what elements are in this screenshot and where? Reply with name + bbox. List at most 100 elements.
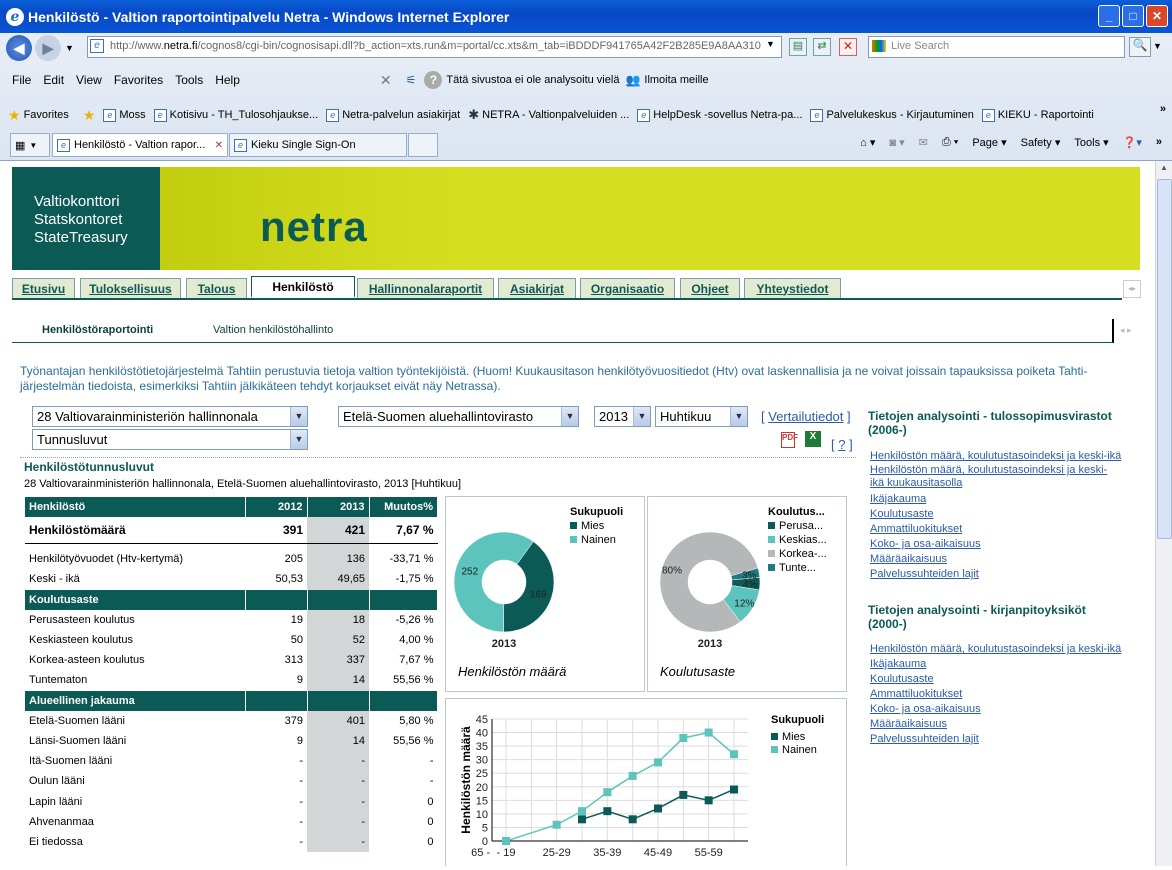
sidebar-link[interactable]: Koko- ja osa-aikaisuus (870, 537, 1121, 552)
search-options-icon[interactable]: ▼ (1153, 41, 1162, 51)
sidebar-link[interactable]: Ammattiluokitukset (870, 522, 1121, 537)
wot-icon[interactable]: ⚟ (406, 73, 417, 87)
sidebar-link[interactable]: Ikäjakauma (870, 657, 1121, 672)
menu-help[interactable]: Help (215, 73, 240, 87)
ie-page-icon: e (234, 138, 247, 152)
tab-henkilosto[interactable]: Henkilöstö (251, 276, 355, 298)
menu-tools[interactable]: Tools (175, 73, 203, 87)
month-select[interactable]: Huhtikuu ▼ (655, 406, 748, 427)
data-point (502, 837, 510, 845)
valtiokonttori-logo[interactable]: Valtiokonttori Statskontoret StateTreasu… (12, 167, 160, 270)
help-icon[interactable]: ❓▾ (1123, 136, 1142, 149)
y-tick-label: 25 (476, 768, 488, 780)
tab-organisaatio[interactable]: Organisaatio (580, 278, 675, 298)
home-icon[interactable]: ⌂ ▾ (860, 136, 875, 149)
tab-yhteystiedot[interactable]: Yhteystiedot (744, 278, 841, 298)
vertical-scrollbar[interactable]: ▲ (1155, 161, 1172, 866)
chevron-down-icon: ▼ (561, 407, 578, 426)
excel-icon[interactable]: X (805, 431, 821, 447)
sidebar-link[interactable]: Palvelussuhteiden lajit (870, 567, 1121, 582)
search-button[interactable]: 🔍 (1129, 37, 1151, 57)
tab-scroll-arrows[interactable]: ◂▸ (1123, 280, 1141, 298)
sidebar-link[interactable]: Henkilöstön määrä, koulutustasoindeksi j… (870, 642, 1121, 657)
tab-talous[interactable]: Talous (186, 278, 247, 298)
add-favorite-icon[interactable]: ★ (83, 107, 96, 124)
subnav-valtion-henkilostohallinto[interactable]: Valtion henkilöstöhallinto (213, 324, 333, 336)
sidebar-link[interactable]: Palvelussuhteiden lajit (870, 732, 1121, 747)
ie-page-icon: e (981, 108, 995, 122)
sidebar-link[interactable]: Koulutusaste (870, 507, 1121, 522)
page-menu[interactable]: Page ▾ (972, 136, 1006, 149)
sidebar-link[interactable]: Määräaikaisuus (870, 717, 1121, 732)
sidebar-link[interactable]: Koko- ja osa-aikaisuus (870, 702, 1121, 717)
menu-edit[interactable]: Edit (43, 73, 64, 87)
favorite-item[interactable]: e Kotisivu - TH_Tulosohjaukse... (153, 108, 318, 122)
tab-etusivu[interactable]: Etusivu (12, 278, 75, 298)
address-dropdown-icon[interactable]: ▼ (766, 39, 775, 49)
minimize-button[interactable]: _ (1098, 5, 1120, 27)
tab-asiakirjat[interactable]: Asiakirjat (498, 278, 576, 298)
tools-menu[interactable]: Tools ▾ (1074, 136, 1108, 149)
safety-menu[interactable]: Safety ▾ (1021, 136, 1061, 149)
view-select[interactable]: Tunnusluvut ▼ (32, 429, 308, 450)
refresh-icon[interactable]: ⇄ (813, 38, 831, 56)
favorite-item[interactable]: e Netra-palvelun asiakirjat (326, 108, 460, 122)
close-toolbar-icon[interactable]: ✕ (380, 72, 392, 89)
maximize-button[interactable]: □ (1122, 5, 1144, 27)
x-tick-label: - 19 (497, 847, 516, 859)
tab-hallinnonalaraportit[interactable]: Hallinnonalaraportit (357, 278, 494, 298)
subnav-henkilostoraportointi[interactable]: Henkilöstöraportointi (42, 324, 153, 336)
tab-close-icon[interactable]: ✕ (215, 140, 223, 151)
address-bar[interactable]: http://www.netra.fi/cognos8/cgi-bin/cogn… (87, 36, 782, 58)
report-link[interactable]: Ilmoita meille (644, 74, 708, 86)
favorite-item[interactable]: e HelpDesk -sovellus Netra-pa... (637, 108, 802, 122)
favorite-item[interactable]: e Palvelukeskus - Kirjautuminen (810, 108, 974, 122)
sidebar-link[interactable]: Henkilöstön määrä, koulutustasoindeksi j… (870, 464, 1120, 490)
more-favorites-icon[interactable]: » (1160, 103, 1166, 115)
data-point (578, 815, 586, 824)
sidebar-link[interactable]: Määräaikaisuus (870, 552, 1121, 567)
menu-file[interactable]: File (12, 73, 31, 87)
feeds-icon[interactable]: ◙ ▾ (889, 136, 904, 149)
tab-tuloksellisuus[interactable]: Tuloksellisuus (80, 278, 181, 298)
back-button[interactable]: ◀ (6, 35, 32, 61)
favorite-item[interactable]: e Moss (103, 108, 146, 122)
sidebar-link[interactable]: Koulutusaste (870, 672, 1121, 687)
subnav-scroll-arrows[interactable]: ◂ ▸ (1120, 325, 1132, 336)
search-input[interactable]: Live Search (868, 36, 1125, 58)
mail-icon[interactable]: ✉ (919, 136, 928, 149)
close-button[interactable]: ✕ (1146, 5, 1168, 27)
favorites-button[interactable]: ★ Favorites (8, 107, 69, 124)
history-dropdown-icon[interactable]: ▼ (65, 43, 74, 53)
scrollbar-thumb[interactable] (1157, 179, 1172, 539)
help-link[interactable]: [ ? ] (831, 437, 853, 452)
forward-button[interactable]: ▶ (35, 35, 61, 61)
pdf-icon[interactable]: PDF (781, 432, 798, 448)
browser-tab[interactable]: e Kieku Single Sign-On (229, 133, 407, 157)
tab-list-icon[interactable]: ▼ (29, 141, 37, 150)
org-select[interactable]: 28 Valtiovarainministeriön hallinnonala ▼ (32, 406, 308, 427)
legend-item: Nainen (782, 744, 817, 756)
compat-view-icon[interactable]: ▤ (789, 38, 807, 56)
favorite-item[interactable]: e KIEKU - Raportointi (981, 108, 1094, 122)
new-tab-button[interactable] (408, 133, 438, 157)
chevron-down-icon: ▼ (290, 407, 307, 426)
quick-tabs-button[interactable]: ▦ ▼ (10, 133, 50, 157)
browser-tab-active[interactable]: e Henkilöstö - Valtion rapor... ✕ (52, 133, 228, 157)
compare-link[interactable]: [ Vertailutiedot ] (761, 409, 851, 424)
more-commands-icon[interactable]: » (1156, 136, 1162, 149)
menu-favorites[interactable]: Favorites (114, 73, 163, 87)
tab-ohjeet[interactable]: Ohjeet (680, 278, 740, 298)
sidebar-link[interactable]: Henkilöstön määrä, koulutustasoindeksi j… (870, 449, 1121, 464)
favorite-item[interactable]: ✱ NETRA - Valtionpalveluiden ... (468, 107, 629, 123)
sidebar-link[interactable]: Ammattiluokitukset (870, 687, 1121, 702)
year-select[interactable]: 2013 ▼ (594, 406, 651, 427)
section-header: Koulutusaste (25, 589, 246, 610)
url-prefix: http://www. (110, 40, 164, 52)
x-tick-label: 55-59 (695, 847, 723, 859)
menu-view[interactable]: View (76, 73, 102, 87)
sidebar-link[interactable]: Ikäjakauma (870, 492, 1121, 507)
stop-icon[interactable]: ✕ (839, 38, 857, 56)
print-icon[interactable]: ⎙ ▾ (942, 136, 958, 149)
unit-select[interactable]: Etelä-Suomen aluehallintovirasto ▼ (338, 406, 579, 427)
